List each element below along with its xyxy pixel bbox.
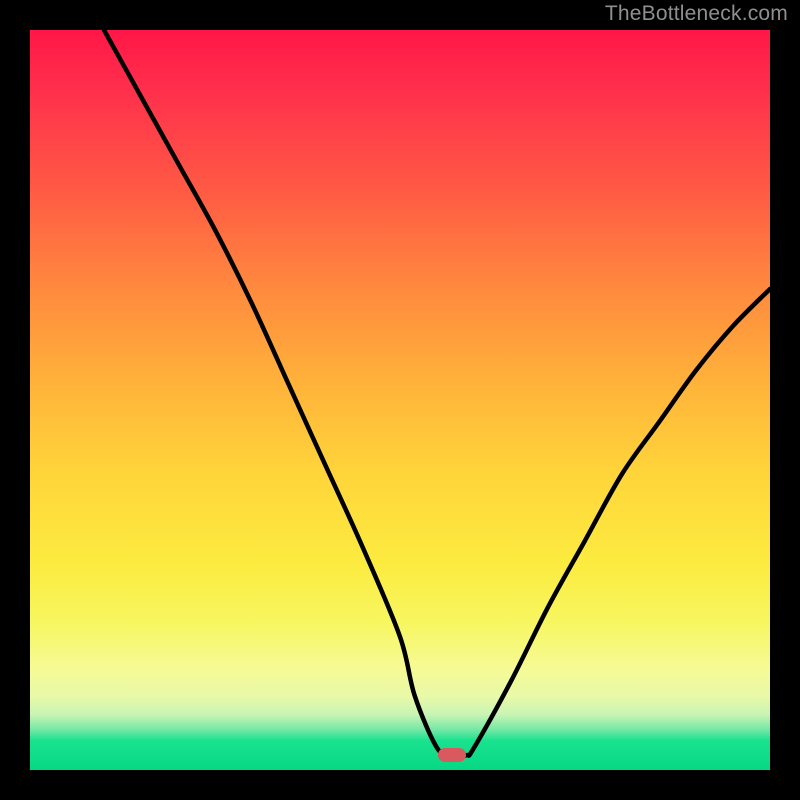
- attribution-label: TheBottleneck.com: [605, 2, 788, 26]
- bottleneck-curve: [30, 30, 770, 770]
- chart-plot-area: [30, 30, 770, 770]
- curve-path: [104, 30, 770, 756]
- optimum-marker: [438, 748, 466, 762]
